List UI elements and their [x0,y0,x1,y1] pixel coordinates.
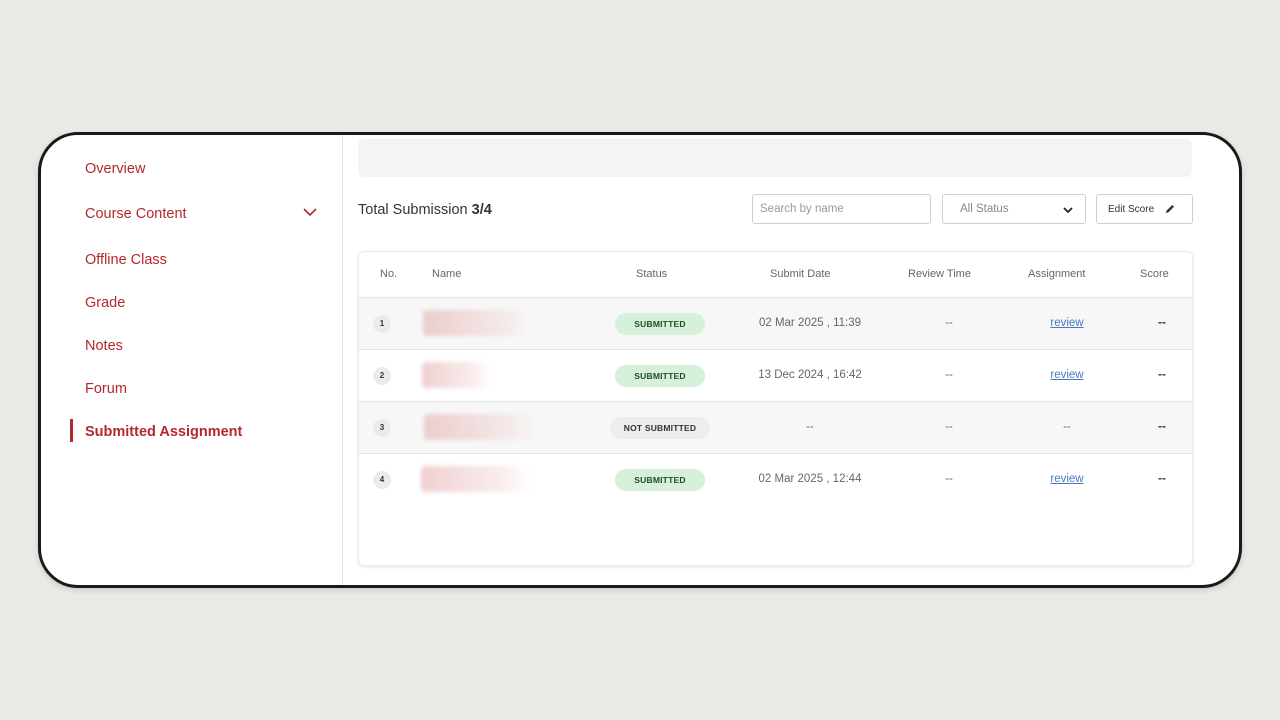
review-time: -- [945,317,953,329]
sidebar-item-offline-class[interactable]: Offline Class [85,252,167,268]
row-number: 2 [373,367,391,385]
status-badge: SUBMITTED [615,313,705,335]
sidebar-item-notes[interactable]: Notes [85,338,123,354]
student-name-redacted [424,414,536,440]
score: -- [1158,369,1166,381]
sidebar-item-grade[interactable]: Grade [85,295,125,311]
column-header-status: Status [636,268,668,280]
app-window: Overview Course Content Offline Class Gr… [38,132,1242,588]
table-header: No. Name Status Submit Date Review Time … [359,252,1192,298]
submit-date: -- [806,421,814,433]
score: -- [1158,473,1166,485]
total-submission-label: Total Submission [358,202,468,218]
status-filter-value: All Status [960,203,1009,215]
sidebar-item-submitted-assignment[interactable]: Submitted Assignment [85,424,242,440]
pencil-icon [1166,205,1174,213]
review-link[interactable]: review [1050,369,1083,381]
active-indicator [70,419,73,442]
main-content: Total Submission 3/4 All Status Edit Sco… [344,135,1239,585]
assignment-value: -- [1063,421,1071,433]
edit-score-button[interactable]: Edit Score [1096,194,1193,224]
submit-date: 02 Mar 2025 , 11:39 [758,317,862,329]
review-time: -- [945,473,953,485]
search-input[interactable] [752,194,931,224]
total-submission-value: 3/4 [471,202,492,218]
table-row: 2 SUBMITTED 13 Dec 2024 , 16:42 -- revie… [359,350,1192,402]
column-header-submit-date: Submit Date [770,268,831,280]
review-link[interactable]: review [1050,317,1083,329]
row-number: 4 [373,471,391,489]
table-row: 1 SUBMITTED 02 Mar 2025 , 11:39 -- revie… [359,298,1192,350]
student-name-redacted [421,466,531,492]
student-name-redacted [423,310,531,336]
column-header-assignment: Assignment [1028,268,1086,280]
row-number: 1 [373,315,391,333]
sidebar-item-course-content[interactable]: Course Content [85,206,187,222]
submit-date: 13 Dec 2024 , 16:42 [758,369,862,381]
sidebar-item-overview[interactable]: Overview [85,161,145,177]
status-badge: SUBMITTED [615,365,705,387]
review-time: -- [945,369,953,381]
status-badge: NOT SUBMITTED [610,417,710,439]
score: -- [1158,421,1166,433]
student-name-redacted [422,362,492,388]
total-submission: Total Submission 3/4 [358,202,492,218]
sidebar: Overview Course Content Offline Class Gr… [41,135,343,585]
chevron-down-icon[interactable] [303,207,317,217]
table-row: 3 NOT SUBMITTED -- -- -- -- [359,402,1192,454]
submit-date: 02 Mar 2025 , 12:44 [758,473,862,485]
column-header-score: Score [1140,268,1169,280]
column-header-name: Name [432,268,462,280]
sidebar-item-forum[interactable]: Forum [85,381,127,397]
status-filter-select[interactable]: All Status [942,194,1086,224]
column-header-no: No. [380,268,398,280]
table-row: 4 SUBMITTED 02 Mar 2025 , 12:44 -- revie… [359,454,1192,506]
score: -- [1158,317,1166,329]
edit-score-label: Edit Score [1108,204,1155,215]
row-number: 3 [373,419,391,437]
submissions-table: No. Name Status Submit Date Review Time … [358,251,1193,566]
review-link[interactable]: review [1050,473,1083,485]
status-badge: SUBMITTED [615,469,705,491]
top-banner [358,139,1192,177]
review-time: -- [945,421,953,433]
column-header-review-time: Review Time [908,268,971,280]
chevron-down-icon [1063,207,1073,214]
